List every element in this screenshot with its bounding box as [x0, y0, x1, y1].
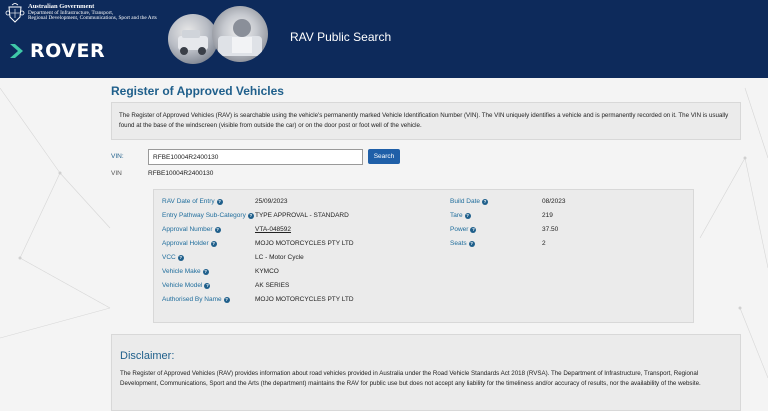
detail-row-tare: Tare? 219 [450, 212, 680, 226]
detail-row-rav-date: RAV Date of Entry? 25/09/2023 [162, 198, 462, 212]
brand-name: ROVER [30, 40, 106, 62]
page-title: Register of Approved Vehicles [111, 84, 284, 98]
info-circle-icon[interactable]: ? [204, 283, 211, 289]
vin-input[interactable] [148, 149, 363, 165]
detail-label: Seats [450, 240, 467, 247]
detail-row-vcc: VCC? LC - Motor Cycle [162, 254, 462, 268]
detail-value: 25/09/2023 [255, 198, 288, 205]
vehicle-details-panel: RAV Date of Entry? 25/09/2023 Entry Path… [153, 189, 694, 323]
vin-label: VIN: [111, 153, 124, 160]
vin-search-row: VIN: Search [111, 149, 741, 165]
gov-branding: Australian Government Department of Infr… [4, 3, 164, 31]
detail-label: Tare [450, 212, 463, 219]
disclaimer-text: The Register of Approved Vehicles (RAV) … [120, 370, 701, 387]
vin-result-value: RFBE10004R2400130 [148, 170, 214, 177]
detail-label: Power [450, 226, 469, 233]
detail-label: Approval Holder [162, 240, 209, 247]
disclaimer-panel: Disclaimer: The Register of Approved Veh… [111, 334, 741, 411]
detail-value: KYMCO [255, 268, 279, 275]
department-line-2: Regional Development, Communications, Sp… [28, 15, 157, 22]
detail-value: LC - Motor Cycle [255, 254, 304, 261]
site-header: Australian Government Department of Infr… [0, 0, 768, 78]
info-circle-icon[interactable]: ? [202, 269, 209, 275]
info-circle-icon[interactable]: ? [468, 241, 475, 247]
inspector-photo [212, 6, 268, 62]
info-circle-icon[interactable]: ? [464, 213, 471, 219]
detail-label: Vehicle Model [162, 282, 203, 289]
info-circle-icon[interactable]: ? [482, 199, 488, 205]
info-circle-icon[interactable]: ? [216, 199, 223, 205]
rover-logo[interactable]: ROVER [8, 40, 105, 62]
details-left-column: RAV Date of Entry? 25/09/2023 Entry Path… [162, 198, 462, 310]
detail-value: MOJO MOTORCYCLES PTY LTD [255, 296, 354, 303]
detail-row-vehicle-make: Vehicle Make? KYMCO [162, 268, 462, 282]
vehicle-photo [168, 14, 218, 64]
detail-label: Build Date [450, 198, 480, 205]
detail-value: AK SERIES [255, 282, 290, 289]
detail-row-entry-pathway: Entry Pathway Sub-Category? TYPE APPROVA… [162, 212, 462, 226]
detail-row-seats: Seats? 2 [450, 240, 680, 254]
detail-row-approval-number: Approval Number? VTA-048592 [162, 226, 462, 240]
detail-value: MOJO MOTORCYCLES PTY LTD [255, 240, 354, 247]
detail-label: RAV Date of Entry [162, 198, 215, 205]
detail-value: 37.50 [542, 226, 559, 233]
chevron-right-icon [10, 44, 23, 58]
detail-row-power: Power? 37.50 [450, 226, 680, 240]
search-button[interactable]: Search [368, 149, 400, 164]
details-right-column: Build Date? 08/2023 Tare? 219 Power? 37.… [450, 198, 680, 254]
detail-value: 219 [542, 212, 553, 219]
intro-panel: The Register of Approved Vehicles (RAV) … [111, 102, 741, 140]
detail-value: TYPE APPROVAL - STANDARD [255, 212, 349, 219]
coat-of-arms-icon [5, 3, 25, 23]
header-photos [168, 6, 268, 72]
info-circle-icon[interactable]: ? [470, 227, 477, 233]
header-title: RAV Public Search [290, 30, 392, 44]
disclaimer-title: Disclaimer: [120, 350, 175, 362]
info-circle-icon[interactable]: ? [210, 241, 217, 247]
detail-label: Vehicle Make [162, 268, 201, 275]
detail-value: 2 [542, 240, 546, 247]
detail-row-approval-holder: Approval Holder? MOJO MOTORCYCLES PTY LT… [162, 240, 462, 254]
detail-row-build-date: Build Date? 08/2023 [450, 198, 680, 212]
detail-label: Authorised By Name [162, 296, 222, 303]
approval-number-link[interactable]: VTA-048592 [255, 226, 291, 233]
detail-value: 08/2023 [542, 198, 566, 205]
detail-row-authorised-by: Authorised By Name? MOJO MOTORCYCLES PTY… [162, 296, 462, 310]
detail-row-vehicle-model: Vehicle Model? AK SERIES [162, 282, 462, 296]
info-circle-icon[interactable]: ? [177, 255, 184, 261]
detail-label: VCC [162, 254, 176, 261]
detail-label: Entry Pathway Sub-Category [162, 212, 246, 219]
intro-text: The Register of Approved Vehicles (RAV) … [119, 112, 729, 129]
vin-result-label: VIN [111, 170, 122, 177]
vin-result-row: VIN RFBE10004R2400130 [111, 170, 411, 180]
info-circle-icon[interactable]: ? [247, 213, 254, 219]
info-circle-icon[interactable]: ? [214, 227, 221, 233]
info-circle-icon[interactable]: ? [223, 297, 230, 303]
detail-label: Approval Number [162, 226, 213, 233]
